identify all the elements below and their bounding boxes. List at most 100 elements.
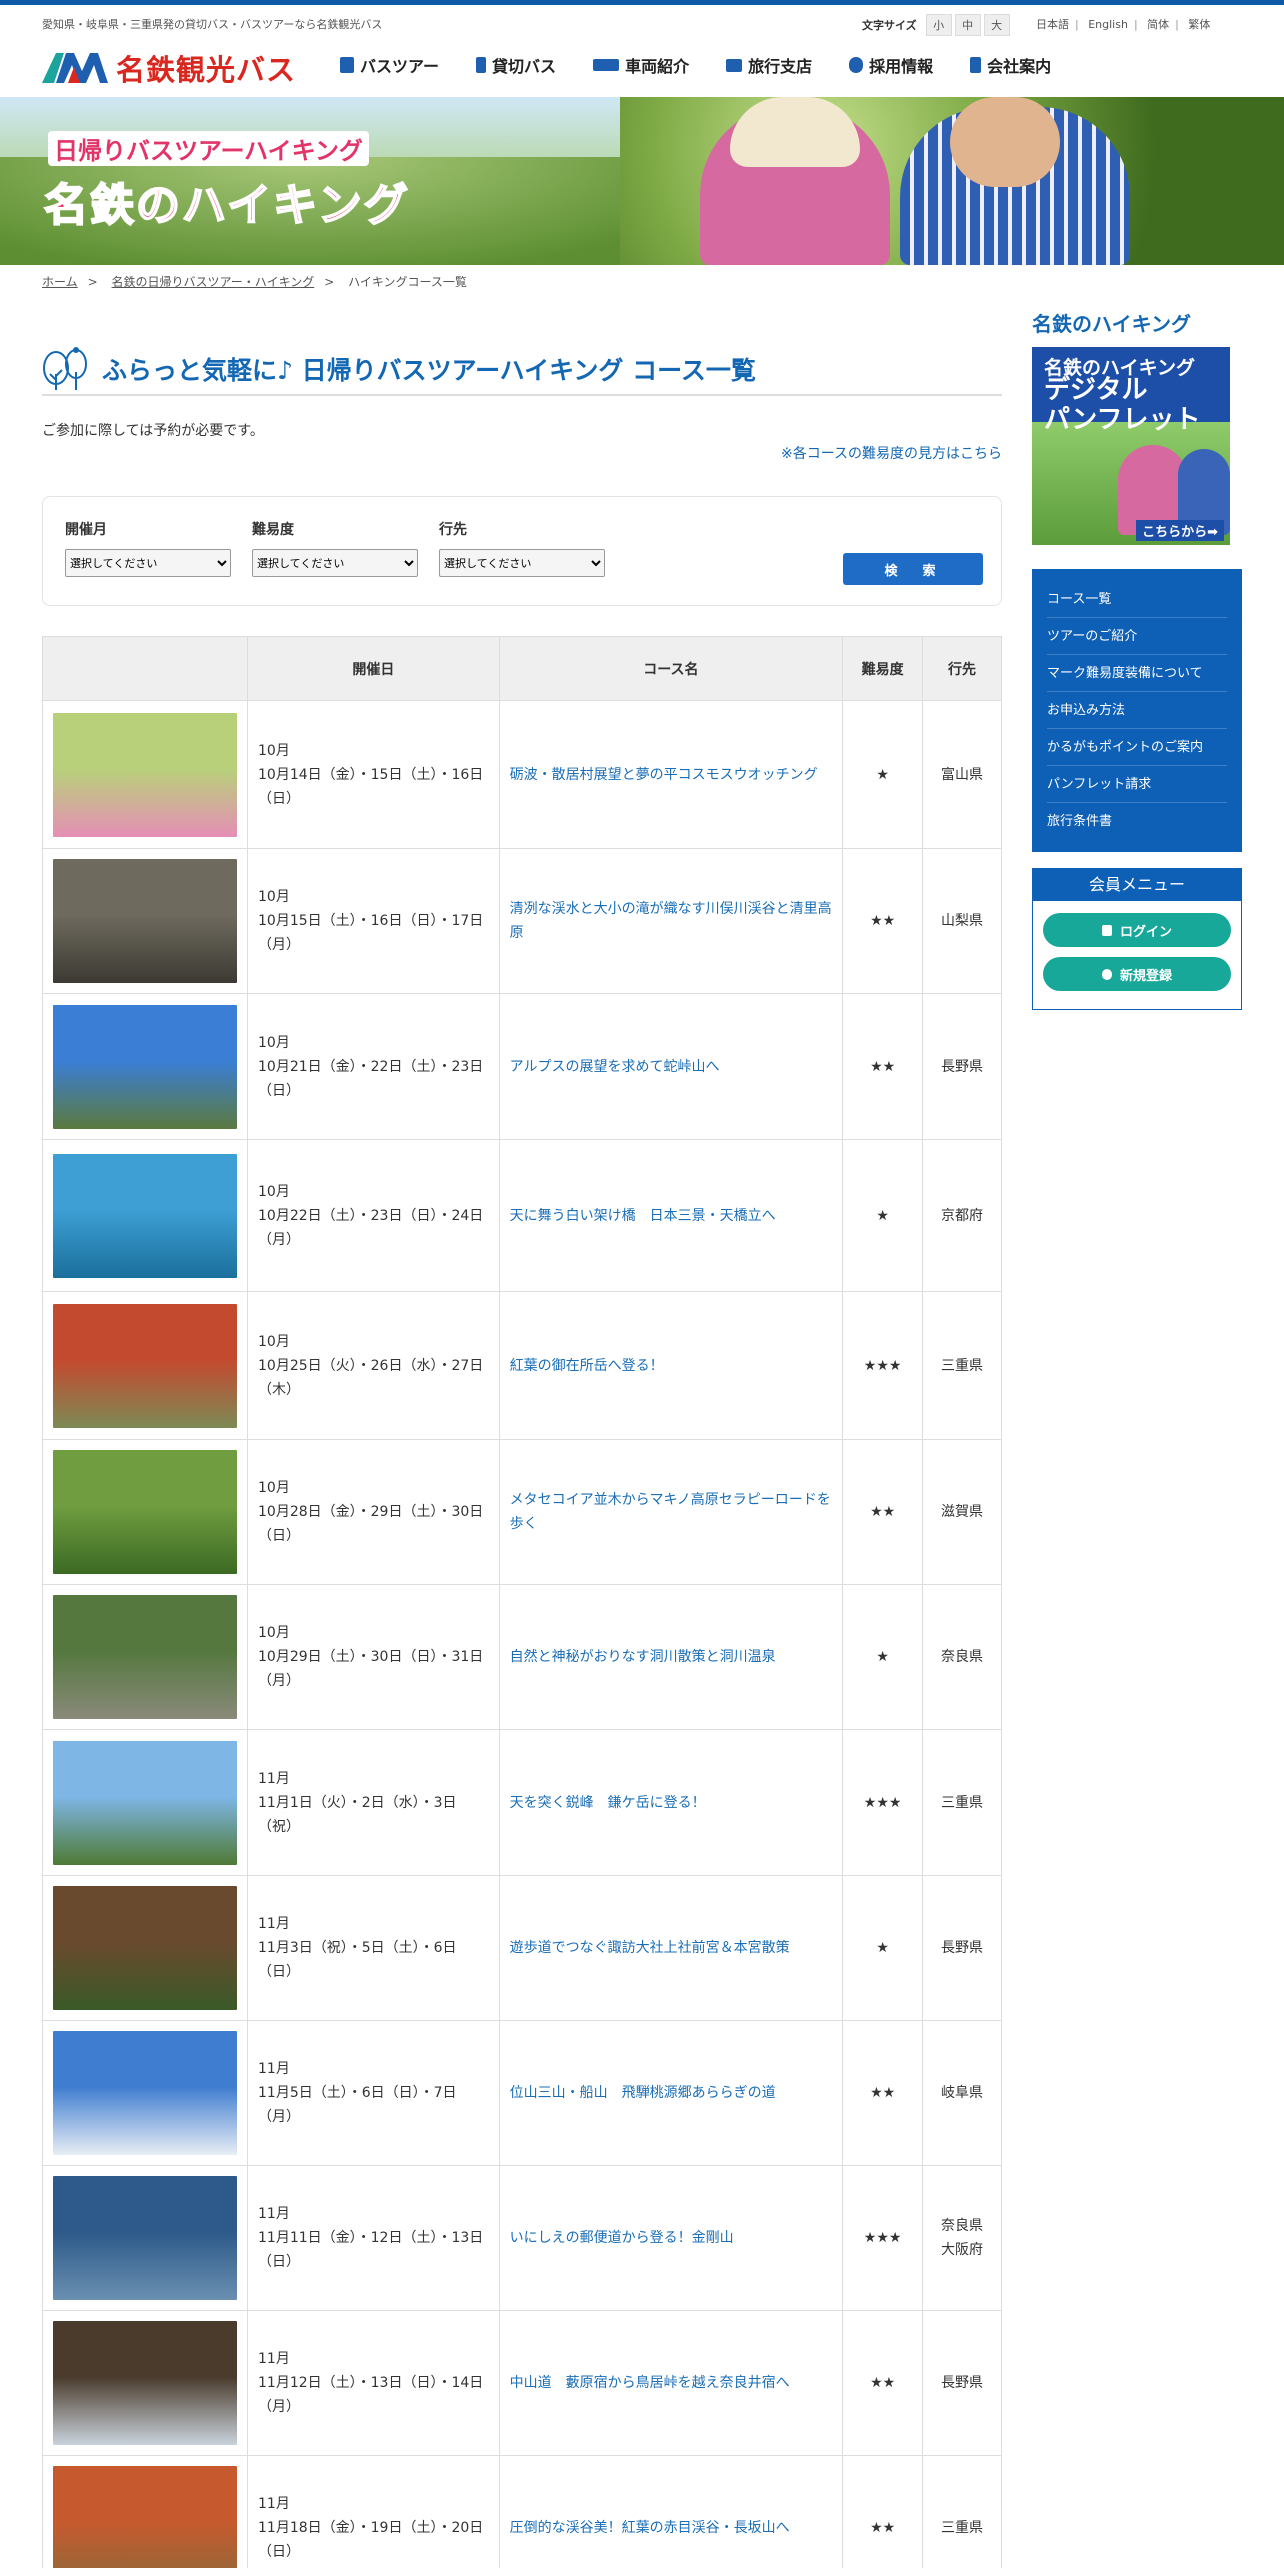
- destination-cell: 三重県: [922, 1291, 1002, 1440]
- destination-cell: 山梨県: [922, 848, 1002, 994]
- course-thumbnail[interactable]: [53, 2176, 237, 2300]
- nav-charter-bus[interactable]: 貸切バス: [476, 53, 556, 77]
- table-row: 10月 10月22日（土）・23日（日）・24日（月） 天に舞う白い架け橋 日本三景…: [42, 1139, 1002, 1292]
- search-button[interactable]: 検 索: [843, 553, 983, 585]
- search-destination-field: 行先 選択してください: [439, 519, 605, 577]
- course-thumbnail-cell: [42, 2020, 248, 2166]
- lang-english-link[interactable]: English: [1088, 18, 1128, 31]
- nav-vehicles[interactable]: 車両紹介: [593, 53, 689, 77]
- course-link[interactable]: 圧倒的な渓谷美！紅葉の赤目渓谷・長坂山へ: [498, 2455, 844, 2568]
- destination-cell: 長野県: [922, 2310, 1002, 2456]
- sidebar-item-pamphlet[interactable]: パンフレット請求: [1047, 766, 1227, 803]
- course-thumbnail-cell: [42, 2455, 248, 2568]
- course-thumbnail[interactable]: [53, 1450, 237, 1574]
- course-thumbnail[interactable]: [53, 1740, 237, 1865]
- lang-simplified-link[interactable]: 简体: [1147, 18, 1169, 31]
- destination-cell: 富山県: [922, 700, 1002, 849]
- date-cell: 10月 10月14日（金）・15日（土）・16日（日）: [247, 700, 500, 849]
- hero-banner: 日帰りバスツアーハイキング 名鉄のハイキング: [0, 97, 1284, 265]
- course-thumbnail[interactable]: [53, 1886, 237, 2010]
- course-link[interactable]: 紅葉の御在所岳へ登る！: [498, 1291, 844, 1440]
- difficulty-stars: ★: [842, 1584, 924, 1730]
- register-button[interactable]: 新規登録: [1043, 957, 1231, 991]
- table-row: 10月 10月25日（火）・26日（水）・27日（木） 紅葉の御在所岳へ登る！ ★★★…: [42, 1291, 1002, 1440]
- date-cell: 11月 11月1日（火）・2日（水）・3日（祝）: [247, 1729, 500, 1876]
- course-link[interactable]: 位山三山・船山 飛騨桃源郷あららぎの道: [498, 2020, 844, 2166]
- course-thumbnail[interactable]: [53, 859, 237, 983]
- date-cell: 10月 10月21日（金）・22日（土）・23日（日）: [247, 993, 500, 1140]
- destination-cell: 京都府: [922, 1139, 1002, 1292]
- course-thumbnail[interactable]: [53, 1153, 237, 1278]
- member-menu: 会員メニュー ログイン 新規登録: [1032, 868, 1242, 1010]
- date-cell: 11月 11月3日（祝）・5日（土）・6日（日）: [247, 1875, 500, 2021]
- banner-subtitle: 日帰りバスツアーハイキング: [48, 131, 369, 166]
- table-row: 10月 10月29日（土）・30日（日）・31日（月） 自然と神秘がおりなす洞川散策…: [42, 1584, 1002, 1730]
- difficulty-select[interactable]: 選択してください: [252, 549, 418, 577]
- flag-icon: [476, 57, 487, 73]
- people-icon: [849, 57, 864, 73]
- difficulty-stars: ★★★: [842, 1729, 924, 1876]
- table-row: 11月 11月5日（土）・6日（日）・7日（月） 位山三山・船山 飛騨桃源郷あららぎ…: [42, 2020, 1002, 2166]
- course-link[interactable]: 中山道 藪原宿から鳥居峠を越え奈良井宿へ: [498, 2310, 844, 2456]
- course-thumbnail[interactable]: [53, 2031, 237, 2155]
- course-link[interactable]: メタセコイア並木からマキノ高原セラピーロードを歩く: [498, 1439, 844, 1585]
- search-month-field: 開催月 選択してください: [65, 519, 231, 577]
- sidebar-menu: コース一覧 ツアーのご紹介 マーク難易度装備について お申込み方法 かるがもポイ…: [1032, 569, 1242, 852]
- sidebar-item-courses[interactable]: コース一覧: [1047, 581, 1227, 618]
- digital-pamphlet-banner[interactable]: 名鉄のハイキング デジタル パンフレット こちらから➡: [1032, 347, 1230, 545]
- course-thumbnail[interactable]: [53, 1595, 237, 1719]
- course-thumbnail-cell: [42, 1291, 248, 1440]
- difficulty-stars: ★★★: [842, 2165, 924, 2311]
- date-cell: 10月 10月29日（土）・30日（日）・31日（月）: [247, 1584, 500, 1730]
- course-link[interactable]: 自然と神秘がおりなす洞川散策と洞川温泉: [498, 1584, 844, 1730]
- course-link[interactable]: 天に舞う白い架け橋 日本三景・天橋立へ: [498, 1139, 844, 1292]
- sidebar-item-apply[interactable]: お申込み方法: [1047, 692, 1227, 729]
- sidebar-item-tour-intro[interactable]: ツアーのご紹介: [1047, 618, 1227, 655]
- lang-japanese-link[interactable]: 日本語: [1036, 18, 1069, 31]
- login-button[interactable]: ログイン: [1043, 913, 1231, 947]
- course-link[interactable]: 遊歩道でつなぐ諏訪大社上社前宮＆本宮散策: [498, 1875, 844, 2021]
- language-switcher: 日本語 | English | 简体 | 繁体: [1036, 18, 1211, 31]
- table-row: 11月 11月18日（金）・19日（土）・20日（日） 圧倒的な渓谷美！紅葉の赤目渓…: [42, 2455, 1002, 2568]
- destination-cell: 奈良県: [922, 1584, 1002, 1730]
- destination-select[interactable]: 選択してください: [439, 549, 605, 577]
- briefcase-icon: [726, 58, 743, 72]
- sidebar-item-points[interactable]: かるがもポイントのご案内: [1047, 729, 1227, 766]
- course-thumbnail[interactable]: [53, 1004, 237, 1129]
- coach-icon: [593, 59, 620, 71]
- site-logo[interactable]: 名鉄観光バス: [42, 47, 296, 89]
- lang-traditional-link[interactable]: 繁体: [1188, 18, 1210, 31]
- nav-recruit[interactable]: 採用情報: [849, 53, 933, 77]
- date-cell: 11月 11月11日（金）・12日（土）・13日（日）: [247, 2165, 500, 2311]
- breadcrumb-hiking-link[interactable]: 名鉄の日帰りバスツアー・ハイキング: [112, 275, 315, 289]
- difficulty-stars: ★★: [842, 1439, 924, 1585]
- col-image: [42, 636, 248, 701]
- logo-mark-icon: [42, 53, 110, 83]
- sidebar-item-difficulty[interactable]: マーク難易度装備について: [1047, 655, 1227, 692]
- course-thumbnail[interactable]: [53, 2466, 237, 2568]
- difficulty-stars: ★: [842, 1875, 924, 2021]
- month-select[interactable]: 選択してください: [65, 549, 231, 577]
- nav-company[interactable]: 会社案内: [970, 53, 1051, 77]
- course-link[interactable]: いにしえの郵便道から登る！金剛山: [498, 2165, 844, 2311]
- breadcrumb-home-link[interactable]: ホーム: [42, 275, 78, 289]
- course-thumbnail[interactable]: [53, 1303, 237, 1428]
- course-thumbnail-cell: [42, 1439, 248, 1585]
- date-cell: 11月 11月18日（金）・19日（土）・20日（日）: [247, 2455, 500, 2568]
- date-cell: 10月 10月25日（火）・26日（水）・27日（木）: [247, 1291, 500, 1440]
- course-link[interactable]: アルプスの展望を求めて蛇峠山へ: [498, 993, 844, 1140]
- table-row: 10月 10月14日（金）・15日（土）・16日（日） 砺波・散居村展望と夢の平コス…: [42, 700, 1002, 849]
- nav-branches[interactable]: 旅行支店: [726, 53, 812, 77]
- course-thumbnail[interactable]: [53, 712, 237, 837]
- date-cell: 11月 11月5日（土）・6日（日）・7日（月）: [247, 2020, 500, 2166]
- sidebar-item-terms[interactable]: 旅行条件書: [1047, 803, 1227, 840]
- course-thumbnail[interactable]: [53, 2321, 237, 2445]
- course-link[interactable]: 清冽な渓水と大小の滝が織なす川俣川渓谷と清里高原: [498, 848, 844, 994]
- date-cell: 11月 11月12日（土）・13日（日）・14日（月）: [247, 2310, 500, 2456]
- nav-bus-tour[interactable]: バスツアー: [340, 53, 439, 77]
- difficulty-guide-link[interactable]: ※各コースの難易度の見方はこちら: [781, 443, 1002, 463]
- user-icon: [1101, 968, 1112, 980]
- course-link[interactable]: 天を突く鋭峰 鎌ケ岳に登る！: [498, 1729, 844, 1876]
- course-link[interactable]: 砺波・散居村展望と夢の平コスモスウオッチング: [498, 700, 844, 849]
- difficulty-stars: ★★: [842, 848, 924, 994]
